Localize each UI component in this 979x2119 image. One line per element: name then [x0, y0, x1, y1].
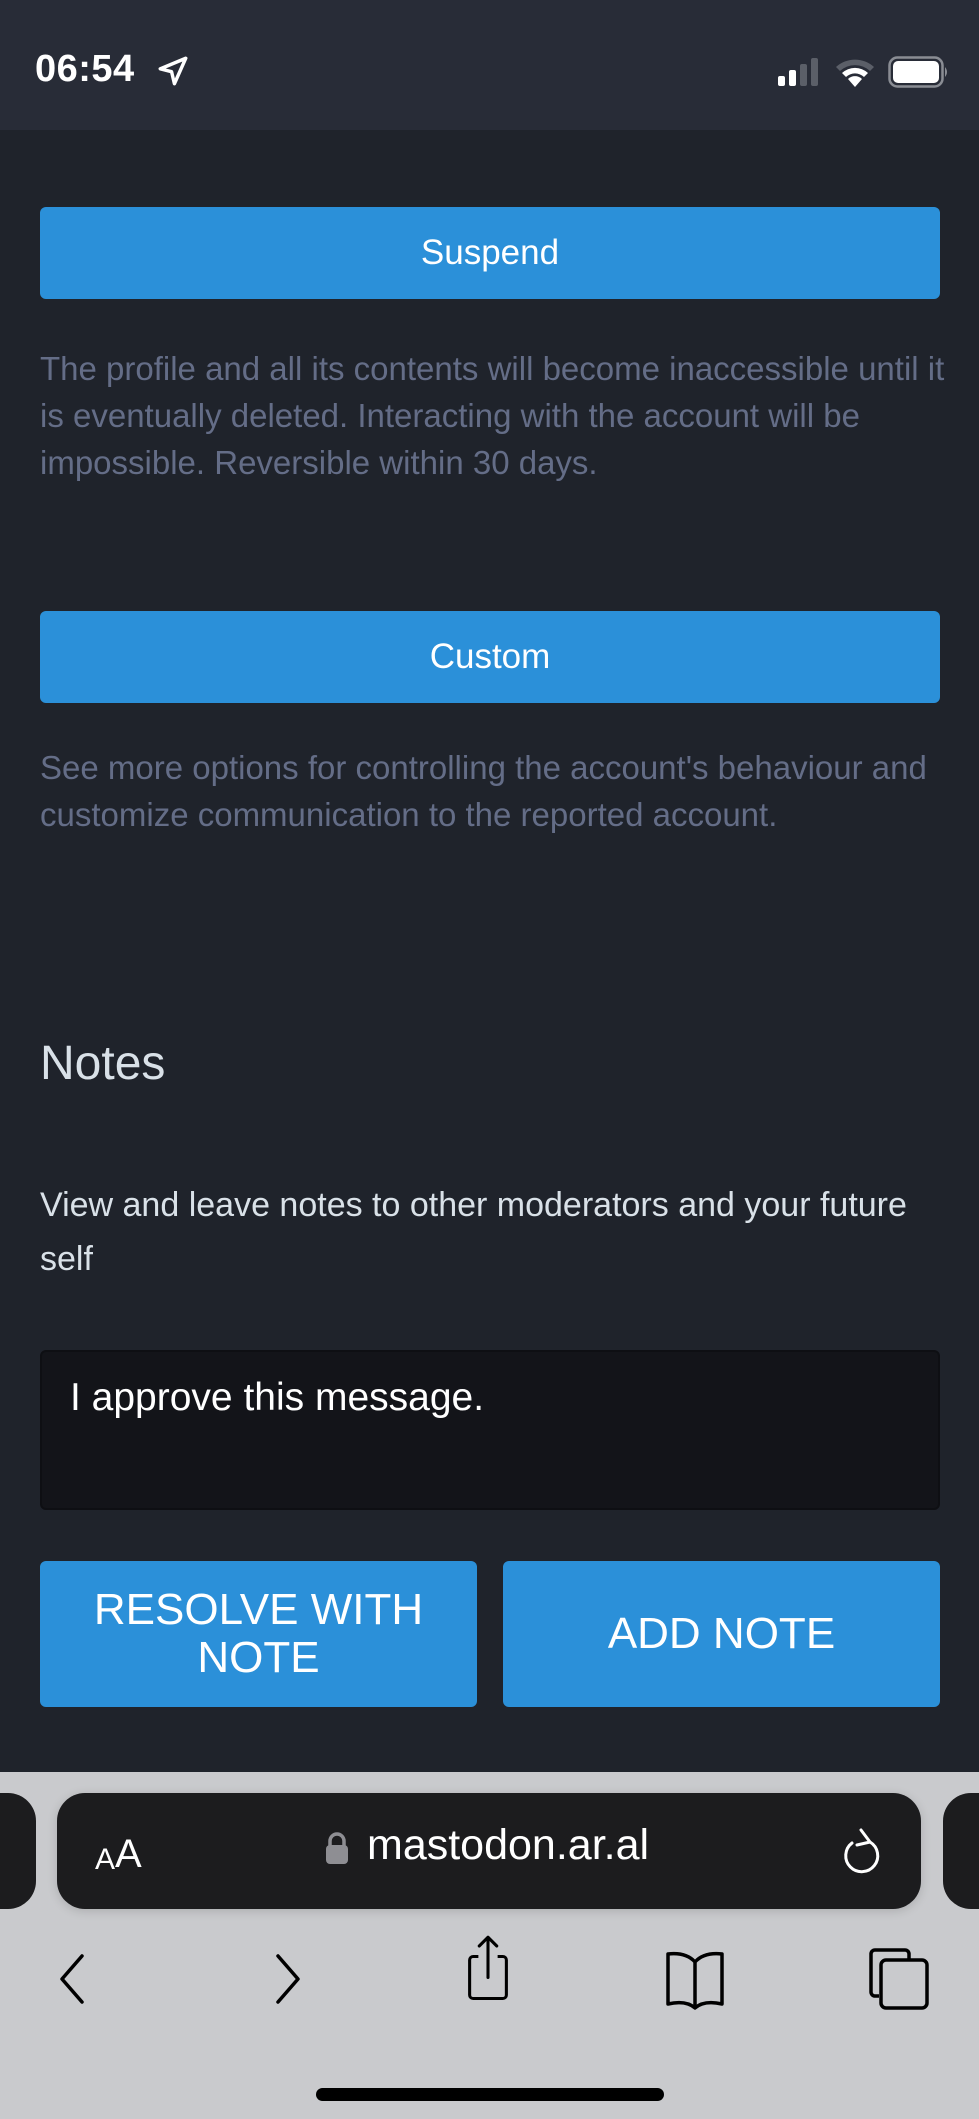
status-bar: 06:54: [0, 0, 979, 130]
back-icon[interactable]: [40, 1944, 110, 2014]
custom-button[interactable]: Custom: [40, 611, 940, 703]
url-text[interactable]: mastodon.ar.al: [367, 1821, 649, 1870]
note-input[interactable]: [40, 1350, 940, 1510]
reload-icon[interactable]: [837, 1825, 885, 1879]
browser-toolbar: AA mastodon.ar.al: [0, 1772, 979, 2119]
lock-icon: [326, 1832, 348, 1864]
wifi-icon: [836, 59, 874, 87]
forward-icon[interactable]: [250, 1944, 320, 2014]
aa-large-label: A: [115, 1832, 142, 1876]
aa-small-label: A: [95, 1843, 116, 1876]
notes-heading: Notes: [40, 1037, 166, 1090]
reader-settings-button[interactable]: AA: [95, 1827, 142, 1877]
location-arrow-icon: [158, 56, 188, 86]
suspend-description: The profile and all its contents will be…: [40, 350, 945, 481]
next-tab-preview[interactable]: [943, 1793, 979, 1909]
previous-tab-preview[interactable]: [0, 1793, 36, 1909]
status-time: 06:54: [35, 48, 135, 90]
tabs-icon[interactable]: [865, 1944, 935, 2014]
notes-description: View and leave notes to other moderators…: [40, 1186, 907, 1278]
custom-description: See more options for controlling the acc…: [40, 749, 927, 833]
cellular-signal-icon: [778, 58, 818, 86]
suspend-button[interactable]: Suspend: [40, 207, 940, 299]
bookmarks-icon[interactable]: [660, 1944, 730, 2014]
home-indicator: [316, 2088, 664, 2101]
share-icon[interactable]: [453, 1932, 523, 2002]
battery-icon: [888, 56, 947, 88]
address-bar[interactable]: AA mastodon.ar.al: [57, 1793, 921, 1909]
add-note-button[interactable]: ADD NOTE: [503, 1561, 940, 1707]
resolve-with-note-button[interactable]: RESOLVE WITH NOTE: [40, 1561, 477, 1707]
